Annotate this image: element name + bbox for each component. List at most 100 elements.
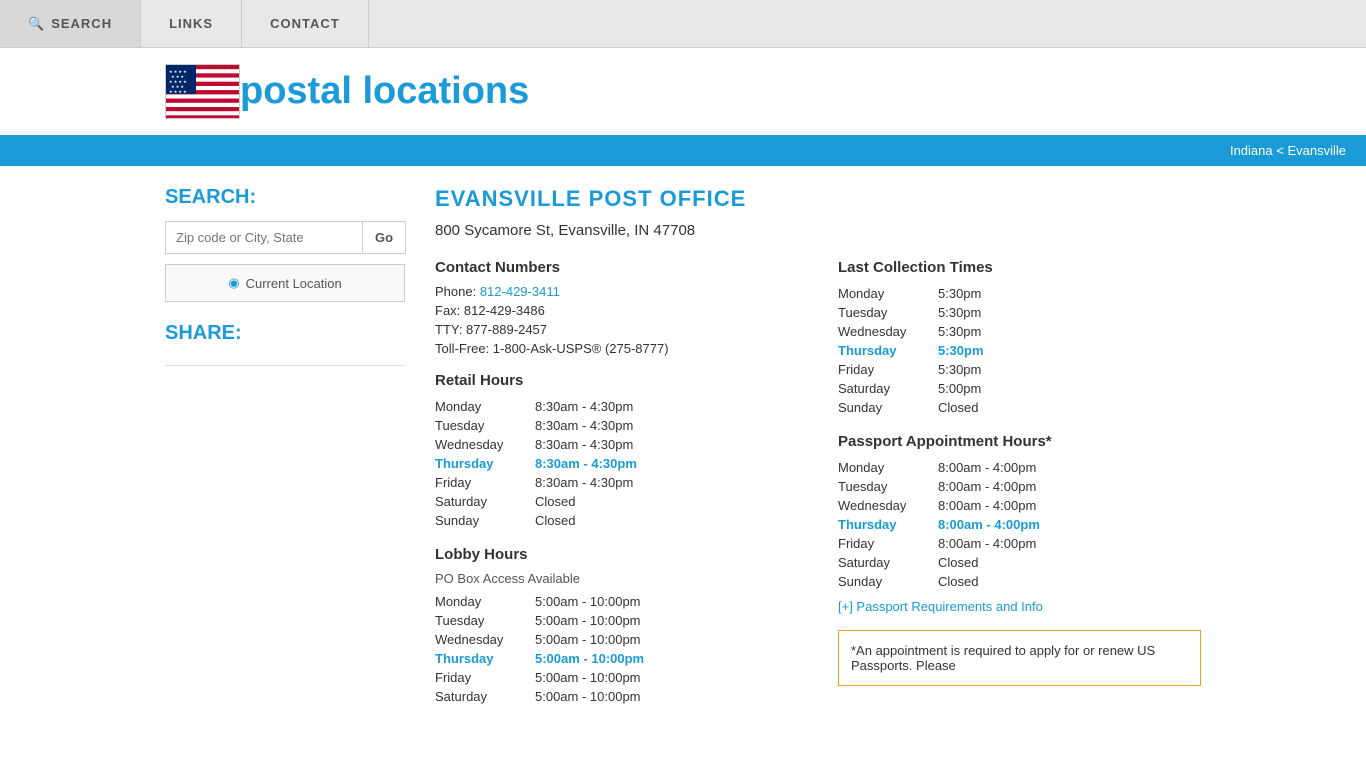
retail-hours-heading: Retail Hours [435,372,798,389]
day-cell: Sunday [838,398,938,417]
hours-cell: 8:30am - 4:30pm [535,397,798,416]
hours-cell: 8:30am - 4:30pm [535,416,798,435]
table-row: Thursday5:00am - 10:00pm [435,649,798,668]
site-logo: postal locations [240,70,529,113]
day-cell: Friday [838,360,938,379]
table-row: SundayClosed [435,511,798,530]
main-container: SEARCH: Go ◉ Current Location SHARE: EVA… [0,186,1366,710]
phone-link[interactable]: 812-429-3411 [480,284,560,299]
hours-cell: 5:00pm [938,379,1201,398]
table-row: Friday5:30pm [838,360,1201,379]
hours-cell: Closed [535,492,798,511]
tollfree-line: Toll-Free: 1-800-Ask-USPS® (275-8777) [435,341,798,356]
hours-cell: 8:30am - 4:30pm [535,435,798,454]
main-content: EVANSVILLE POST OFFICE 800 Sycamore St, … [435,186,1201,710]
day-cell: Tuesday [838,477,938,496]
site-header: ★ ★ ★ ★ ★ ★ ★ ★ ★ ★ ★ ★ ★ ★ ★ ★ ★ ★ post… [0,48,1366,135]
table-row: SaturdayClosed [838,553,1201,572]
day-cell: Saturday [838,379,938,398]
current-location-button[interactable]: ◉ Current Location [165,264,405,302]
day-cell: Sunday [838,572,938,591]
day-cell: Monday [435,397,535,416]
tty-line: TTY: 877-889-2457 [435,322,798,337]
breadcrumb-separator: < [1276,143,1287,158]
day-cell: Thursday [838,341,938,360]
passport-requirements-link[interactable]: [+] Passport Requirements and Info [838,599,1201,614]
sidebar: SEARCH: Go ◉ Current Location SHARE: [165,186,405,710]
table-row: SundayClosed [838,398,1201,417]
hours-cell: 8:30am - 4:30pm [535,454,798,473]
retail-hours-table: Monday8:30am - 4:30pmTuesday8:30am - 4:3… [435,397,798,530]
hours-cell: 8:00am - 4:00pm [938,534,1201,553]
lobby-hours-table: Monday5:00am - 10:00pmTuesday5:00am - 10… [435,592,798,706]
day-cell: Tuesday [838,303,938,322]
table-row: Wednesday8:30am - 4:30pm [435,435,798,454]
table-row: Monday5:00am - 10:00pm [435,592,798,611]
hours-cell: Closed [535,511,798,530]
lobby-subnote: PO Box Access Available [435,571,798,586]
post-office-address: 800 Sycamore St, Evansville, IN 47708 [435,222,1201,239]
breadcrumb: Indiana < Evansville [0,135,1366,166]
day-cell: Monday [838,284,938,303]
nav-links[interactable]: LINKS [141,0,242,47]
fax-line: Fax: 812-429-3486 [435,303,798,318]
hours-cell: 5:00am - 10:00pm [535,668,798,687]
table-row: Monday8:00am - 4:00pm [838,458,1201,477]
hours-cell: 5:30pm [938,284,1201,303]
day-cell: Saturday [435,687,535,706]
last-collection-table: Monday5:30pmTuesday5:30pmWednesday5:30pm… [838,284,1201,417]
search-go-button[interactable]: Go [363,221,406,254]
day-cell: Wednesday [838,496,938,515]
sidebar-divider [165,365,405,366]
day-cell: Thursday [435,454,535,473]
hours-cell: 8:00am - 4:00pm [938,515,1201,534]
hours-cell: 5:30pm [938,341,1201,360]
nav-search[interactable]: 🔍 SEARCH [0,0,141,47]
search-title: SEARCH: [165,186,405,209]
table-row: SundayClosed [838,572,1201,591]
search-row: Go [165,221,405,254]
hours-cell: 8:00am - 4:00pm [938,496,1201,515]
day-cell: Wednesday [435,630,535,649]
info-columns: Contact Numbers Phone: 812-429-3411 Fax:… [435,259,1201,710]
lobby-hours-heading: Lobby Hours [435,546,798,563]
hours-cell: 5:30pm [938,322,1201,341]
hours-cell: 8:00am - 4:00pm [938,477,1201,496]
table-row: SaturdayClosed [435,492,798,511]
hours-cell: Closed [938,398,1201,417]
table-row: Thursday8:30am - 4:30pm [435,454,798,473]
table-row: Wednesday8:00am - 4:00pm [838,496,1201,515]
hours-cell: 5:30pm [938,360,1201,379]
search-input[interactable] [165,221,363,254]
table-row: Monday5:30pm [838,284,1201,303]
table-row: Saturday5:00am - 10:00pm [435,687,798,706]
day-cell: Thursday [435,649,535,668]
table-row: Friday5:00am - 10:00pm [435,668,798,687]
table-row: Tuesday5:00am - 10:00pm [435,611,798,630]
table-row: Friday8:00am - 4:00pm [838,534,1201,553]
day-cell: Tuesday [435,416,535,435]
hours-cell: 5:00am - 10:00pm [535,649,798,668]
passport-note: *An appointment is required to apply for… [838,630,1201,686]
table-row: Wednesday5:00am - 10:00pm [435,630,798,649]
breadcrumb-state[interactable]: Indiana [1230,143,1273,158]
left-column: Contact Numbers Phone: 812-429-3411 Fax:… [435,259,798,710]
phone-line: Phone: 812-429-3411 [435,284,798,299]
day-cell: Thursday [838,515,938,534]
hours-cell: Closed [938,553,1201,572]
table-row: Tuesday5:30pm [838,303,1201,322]
last-collection-heading: Last Collection Times [838,259,1201,276]
search-icon: 🔍 [28,16,45,32]
nav-contact[interactable]: CONTACT [242,0,369,47]
table-row: Tuesday8:00am - 4:00pm [838,477,1201,496]
table-row: Wednesday5:30pm [838,322,1201,341]
right-column: Last Collection Times Monday5:30pmTuesda… [838,259,1201,710]
day-cell: Wednesday [838,322,938,341]
share-title: SHARE: [165,322,405,345]
table-row: Monday8:30am - 4:30pm [435,397,798,416]
hours-cell: 8:30am - 4:30pm [535,473,798,492]
day-cell: Saturday [435,492,535,511]
hours-cell: 5:00am - 10:00pm [535,687,798,706]
logo-flag: ★ ★ ★ ★ ★ ★ ★ ★ ★ ★ ★ ★ ★ ★ ★ ★ ★ ★ [165,64,240,119]
day-cell: Wednesday [435,435,535,454]
